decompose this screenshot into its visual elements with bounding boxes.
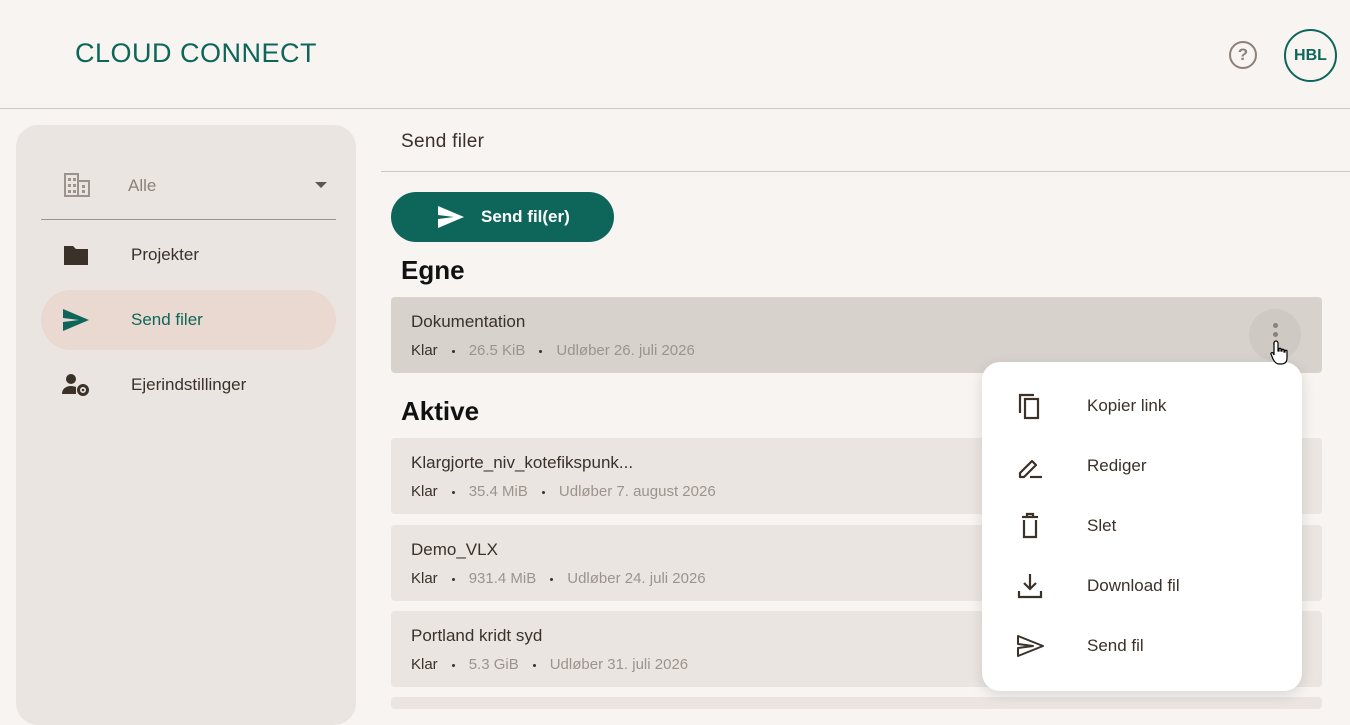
file-meta: Klar 26.5 KiB Udløber 26. juli 2026 <box>411 342 695 359</box>
download-icon <box>1017 574 1043 599</box>
section-title-egne: Egne <box>401 255 465 285</box>
separator-dot <box>541 490 545 494</box>
file-card[interactable] <box>391 697 1322 709</box>
kebab-dot <box>1273 332 1278 337</box>
copy-icon <box>1018 393 1040 420</box>
separator-dot <box>451 349 455 353</box>
top-bar: CLOUD CONNECT ? HBL <box>0 0 1350 109</box>
folder-icon <box>64 246 88 265</box>
separator-dot <box>451 490 455 494</box>
file-size: 26.5 KiB <box>468 342 526 359</box>
separator-dot <box>451 663 455 667</box>
file-meta: Klar 931.4 MiB Udløber 24. juli 2026 <box>411 570 706 587</box>
file-status: Klar <box>411 656 438 673</box>
main-header: Send filer <box>381 110 1350 172</box>
trash-icon <box>1022 512 1038 539</box>
app-logo[interactable]: CLOUD CONNECT <box>75 38 317 69</box>
user-settings-icon <box>62 374 89 396</box>
menu-item-label: Rediger <box>1087 456 1147 475</box>
help-icon[interactable]: ? <box>1229 41 1257 69</box>
file-name: Dokumentation <box>411 312 526 331</box>
menu-item-label: Slet <box>1087 516 1117 535</box>
file-name: Demo_VLX <box>411 540 498 559</box>
menu-item-download[interactable]: Download fil <box>982 556 1302 616</box>
file-size: 931.4 MiB <box>468 570 537 587</box>
send-outline-icon <box>1017 635 1044 657</box>
file-status: Klar <box>411 342 438 359</box>
sidebar: Alle Projekter Send filer Ejerindstillin… <box>16 125 356 725</box>
send-icon <box>438 206 464 228</box>
sidebar-item-label: Send filer <box>131 310 203 329</box>
file-status: Klar <box>411 570 438 587</box>
file-expiry: Udløber 31. juli 2026 <box>549 656 689 673</box>
file-expiry: Udløber 7. august 2026 <box>558 483 716 500</box>
file-expiry: Udløber 24. juli 2026 <box>567 570 706 587</box>
page-title: Send filer <box>401 131 485 152</box>
sidebar-item-ejerindstillinger[interactable]: Ejerindstillinger <box>41 355 336 415</box>
file-name: Portland kridt syd <box>411 626 543 645</box>
edit-icon <box>1018 459 1042 479</box>
send-files-button[interactable]: Send fil(er) <box>391 192 614 242</box>
separator-dot <box>539 349 543 353</box>
separator-dot <box>451 577 455 581</box>
organization-select[interactable]: Alle <box>41 160 336 220</box>
kebab-dot <box>1273 323 1278 328</box>
file-status: Klar <box>411 483 438 500</box>
chevron-down-icon <box>315 182 327 188</box>
send-files-button-label: Send fil(er) <box>481 207 570 226</box>
section-title-aktive: Aktive <box>401 396 480 426</box>
menu-item-label: Download fil <box>1087 576 1180 595</box>
building-icon <box>64 173 90 197</box>
file-meta: Klar 35.4 MiB Udløber 7. august 2026 <box>411 483 716 500</box>
organization-select-value: Alle <box>128 176 157 195</box>
sidebar-item-projekter[interactable]: Projekter <box>41 225 336 285</box>
file-meta: Klar 5.3 GiB Udløber 31. juli 2026 <box>411 656 688 673</box>
send-icon <box>63 309 89 331</box>
sidebar-item-label: Ejerindstillinger <box>131 375 247 394</box>
menu-item-send-file[interactable]: Send fil <box>982 616 1302 676</box>
sidebar-item-label: Projekter <box>131 245 200 264</box>
menu-item-label: Send fil <box>1087 636 1144 655</box>
file-size: 5.3 GiB <box>468 656 519 673</box>
separator-dot <box>550 577 554 581</box>
menu-item-delete[interactable]: Slet <box>982 496 1302 556</box>
user-avatar[interactable]: HBL <box>1284 29 1337 82</box>
menu-item-copy-link[interactable]: Kopier link <box>982 376 1302 436</box>
file-name: Klargjorte_niv_kotefikspunk... <box>411 453 634 472</box>
file-size: 35.4 MiB <box>468 483 528 500</box>
separator-dot <box>532 663 536 667</box>
file-expiry: Udløber 26. juli 2026 <box>556 342 695 359</box>
menu-item-edit[interactable]: Rediger <box>982 436 1302 496</box>
menu-item-label: Kopier link <box>1087 396 1167 415</box>
context-menu: Kopier link Rediger Slet Download fil Se… <box>982 362 1302 691</box>
sidebar-item-send-filer[interactable]: Send filer <box>41 290 336 350</box>
hand-cursor-icon <box>1270 340 1288 365</box>
